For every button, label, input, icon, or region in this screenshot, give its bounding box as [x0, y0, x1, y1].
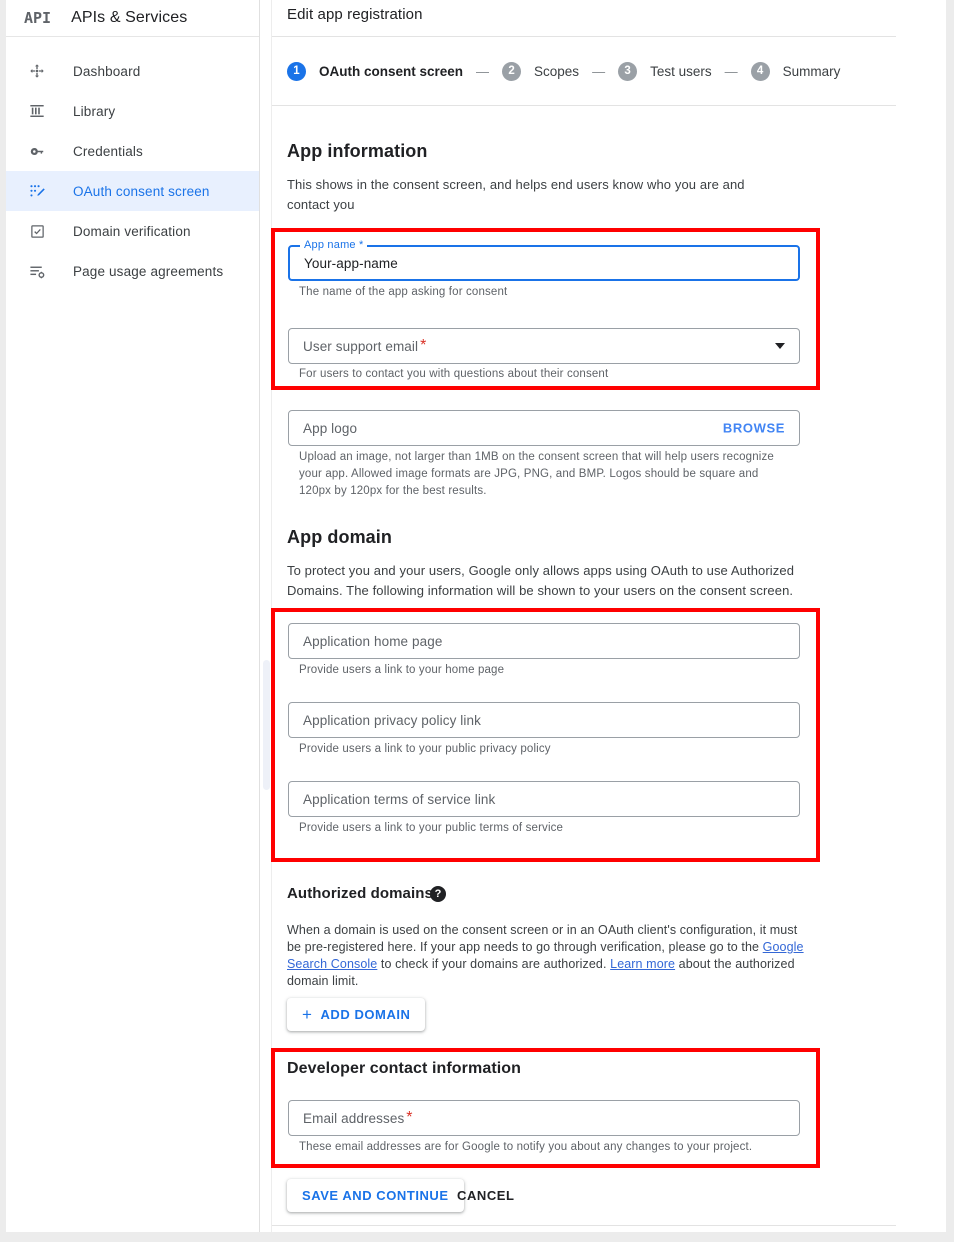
app-domain-description: To protect you and your users, Google on… — [287, 563, 795, 598]
sidebar-item-label: OAuth consent screen — [73, 183, 210, 199]
scrollbar-thumb[interactable] — [263, 660, 270, 790]
sidebar-item-credentials[interactable]: Credentials — [6, 131, 259, 171]
dashboard-icon — [26, 60, 48, 82]
step-number: 2 — [502, 62, 522, 81]
step-label: Scopes — [534, 64, 580, 79]
step-separator: — — [724, 64, 738, 79]
required-asterisk: * — [420, 337, 427, 354]
sidebar-item-library[interactable]: Library — [6, 91, 259, 131]
step-oauth-consent-screen[interactable]: 1 OAuth consent screen — [287, 62, 463, 81]
api-logo-icon: API — [24, 8, 52, 27]
step-separator: — — [592, 64, 606, 79]
step-summary[interactable]: 4 Summary — [750, 62, 841, 81]
user-support-email-helper: For users to contact you with questions … — [299, 368, 609, 380]
sidebar-item-label: Credentials — [73, 143, 143, 159]
page-root: API APIs & Services Dashboard Library Cr… — [0, 0, 954, 1242]
step-number: 1 — [287, 62, 306, 81]
page-title: Edit app registration — [287, 6, 423, 23]
application-home-page-input[interactable]: Application home page — [288, 623, 800, 659]
step-number: 3 — [618, 62, 638, 81]
app-name-helper: The name of the app asking for consent — [299, 286, 508, 298]
step-test-users[interactable]: 3 Test users — [618, 62, 712, 81]
user-support-email-placeholder: User support email — [303, 338, 419, 354]
app-logo-input[interactable]: App logo BROWSE — [288, 410, 800, 446]
sidebar-item-label: Library — [73, 103, 116, 119]
app-name-label: App name * — [300, 239, 368, 251]
email-addresses-input[interactable]: Email addresses * — [288, 1100, 800, 1136]
application-privacy-policy-input[interactable]: Application privacy policy link — [288, 702, 800, 738]
required-asterisk: * — [406, 1109, 413, 1126]
sidebar-item-label: Page usage agreements — [73, 263, 224, 279]
step-label: Summary — [782, 64, 841, 79]
app-window: API APIs & Services Dashboard Library Cr… — [6, 0, 946, 1232]
authorized-domains-desc-part1: When a domain is used on the consent scr… — [287, 923, 798, 954]
application-privacy-policy-helper: Provide users a link to your public priv… — [299, 743, 551, 755]
application-terms-of-service-placeholder: Application terms of service link — [303, 791, 496, 807]
sidebar: API APIs & Services Dashboard Library Cr… — [6, 0, 260, 1232]
wizard-stepper: 1 OAuth consent screen — 2 Scopes — 3 Te… — [287, 62, 840, 81]
main-content: Edit app registration 1 OAuth consent sc… — [261, 0, 946, 1232]
stepper-divider — [272, 105, 896, 106]
step-scopes[interactable]: 2 Scopes — [502, 62, 579, 81]
key-icon — [26, 140, 48, 162]
app-name-value: Your-app-name — [304, 255, 398, 271]
content-scrollbar[interactable] — [261, 0, 272, 1232]
add-domain-button[interactable]: + ADD DOMAIN — [287, 998, 426, 1031]
application-terms-of-service-helper: Provide users a link to your public term… — [299, 822, 564, 834]
list-settings-icon — [26, 260, 48, 282]
developer-contact-heading: Developer contact information — [287, 1060, 522, 1077]
application-terms-of-service-input[interactable]: Application terms of service link — [288, 781, 800, 817]
chevron-down-icon[interactable] — [775, 343, 785, 349]
app-logo-helper: Upload an image, not larger than 1MB on … — [299, 451, 774, 497]
sidebar-item-oauth-consent-screen[interactable]: OAuth consent screen — [6, 171, 259, 211]
authorized-domains-description: When a domain is used on the consent scr… — [287, 922, 807, 990]
footer-divider — [272, 1225, 896, 1226]
sidebar-nav: Dashboard Library Credentials OAuth cons… — [6, 37, 259, 291]
help-icon[interactable]: ? — [430, 886, 446, 902]
app-information-heading: App information — [287, 141, 428, 161]
authorized-domains-desc-part2: to check if your domains are authorized. — [377, 957, 611, 971]
user-support-email-select[interactable]: User support email * — [288, 328, 800, 364]
app-domain-heading: App domain — [287, 527, 392, 547]
step-number: 4 — [750, 62, 770, 81]
cancel-button[interactable]: CANCEL — [457, 1179, 514, 1212]
app-name-input[interactable]: App name * Your-app-name — [288, 239, 800, 281]
app-logo-placeholder: App logo — [303, 420, 358, 436]
application-home-page-placeholder: Application home page — [303, 633, 443, 649]
learn-more-link[interactable]: Learn more — [610, 957, 675, 971]
sidebar-item-page-usage-agreements[interactable]: Page usage agreements — [6, 251, 259, 291]
sidebar-item-domain-verification[interactable]: Domain verification — [6, 211, 259, 251]
email-addresses-helper: These email addresses are for Google to … — [299, 1141, 753, 1153]
brand-title: APIs & Services — [71, 9, 188, 26]
checkbox-icon — [26, 220, 48, 242]
sidebar-item-dashboard[interactable]: Dashboard — [6, 51, 259, 91]
brand-header: API APIs & Services — [6, 0, 259, 37]
sidebar-item-label: Dashboard — [73, 63, 141, 79]
step-label: Test users — [650, 64, 712, 79]
application-privacy-policy-placeholder: Application privacy policy link — [303, 712, 481, 728]
email-addresses-placeholder: Email addresses — [303, 1110, 405, 1126]
sidebar-item-label: Domain verification — [73, 223, 191, 239]
header-divider — [272, 36, 896, 37]
library-icon — [26, 100, 48, 122]
save-and-continue-button[interactable]: SAVE AND CONTINUE — [287, 1179, 464, 1212]
consent-screen-icon — [26, 180, 48, 202]
add-domain-label: ADD DOMAIN — [320, 1007, 411, 1022]
authorized-domains-heading: Authorized domains — [287, 885, 433, 902]
application-home-page-helper: Provide users a link to your home page — [299, 664, 505, 676]
step-label: OAuth consent screen — [319, 64, 464, 79]
browse-button[interactable]: BROWSE — [723, 421, 785, 436]
plus-icon: + — [302, 1005, 313, 1024]
step-separator: — — [476, 64, 490, 79]
app-information-description: This shows in the consent screen, and he… — [287, 177, 745, 212]
